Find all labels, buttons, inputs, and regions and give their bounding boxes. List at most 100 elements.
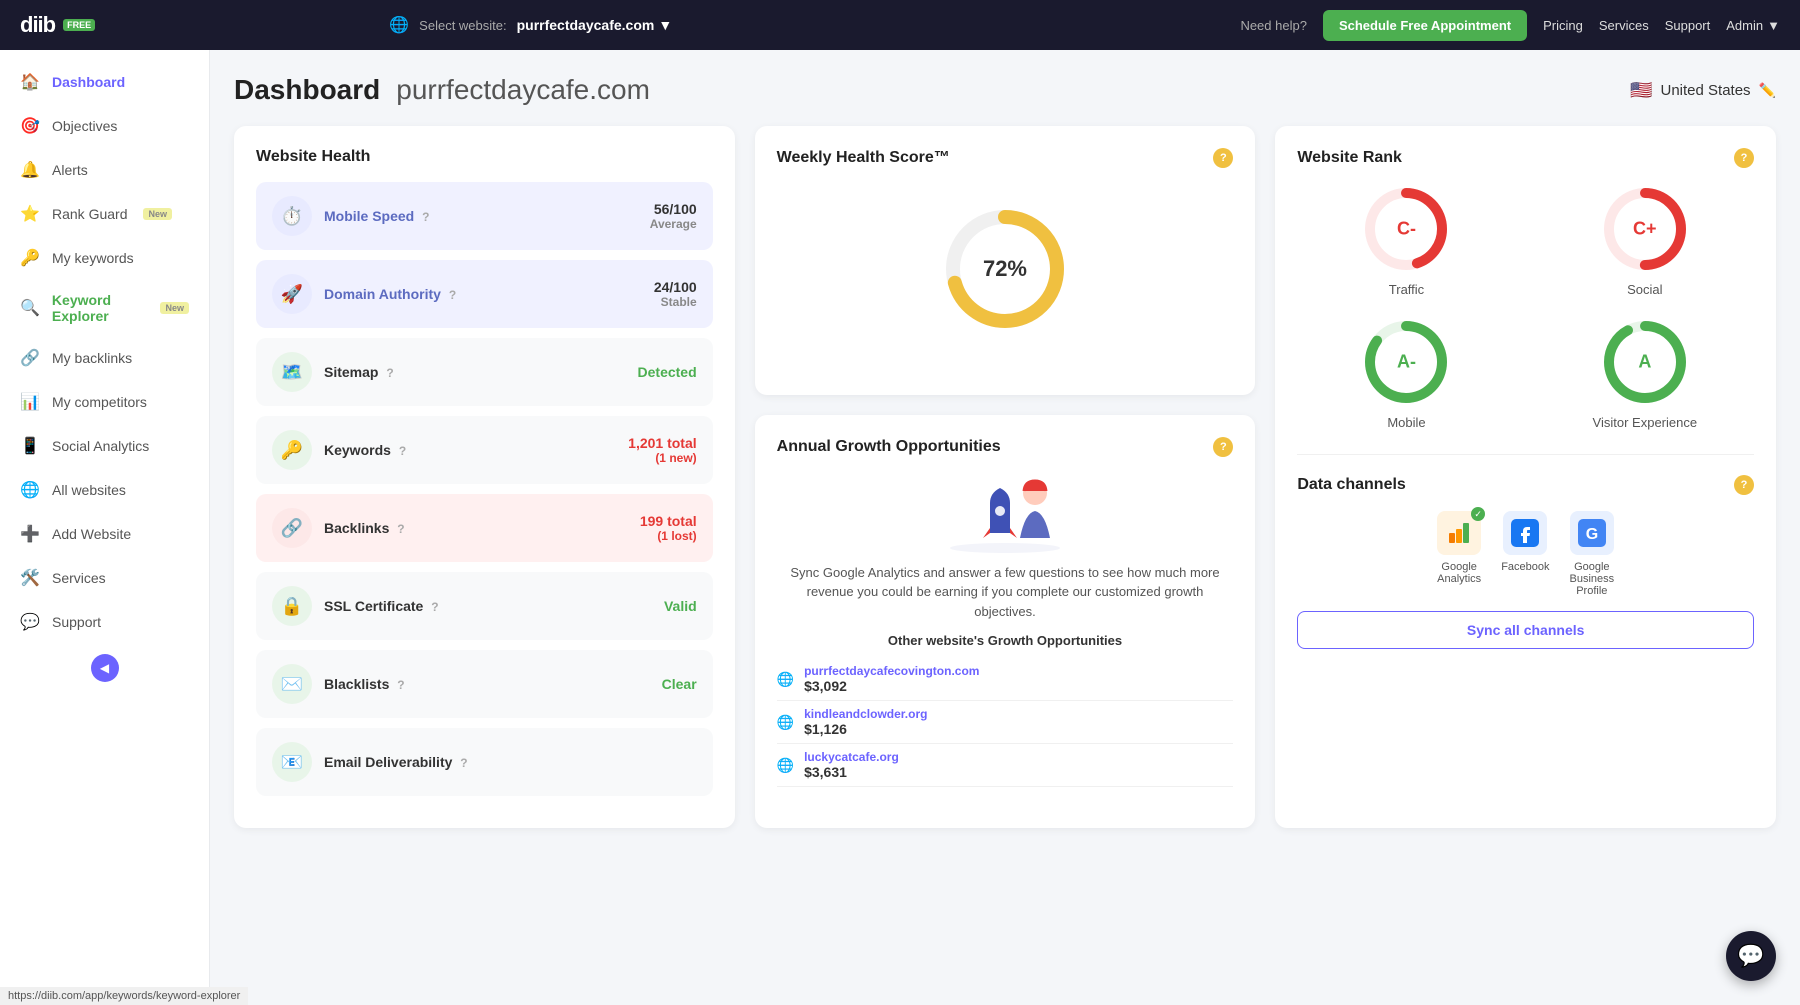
channels-help-icon[interactable]: ?: [1734, 475, 1754, 495]
donut-chart: 72%: [940, 204, 1070, 334]
select-label: Select website:: [419, 18, 506, 33]
support-link[interactable]: Support: [1665, 18, 1711, 33]
rank-guard-icon: ⭐: [20, 204, 40, 224]
sidebar-label: My keywords: [52, 250, 134, 266]
backlinks-label: Backlinks ?: [324, 520, 628, 536]
rank-item-social: C+ Social: [1536, 184, 1754, 297]
admin-menu[interactable]: Admin ▼: [1726, 18, 1780, 33]
sidebar-item-my-keywords[interactable]: 🔑 My keywords: [0, 236, 209, 280]
channel-icon-wrapper: ✓: [1437, 511, 1481, 555]
sidebar-collapse-button[interactable]: ◀: [91, 654, 119, 682]
growth-item-value: $3,631: [804, 764, 1233, 780]
schedule-appointment-button[interactable]: Schedule Free Appointment: [1323, 10, 1527, 41]
growth-item[interactable]: 🌐 luckycatcafe.org $3,631: [777, 744, 1234, 787]
chat-button[interactable]: 💬: [1726, 931, 1776, 981]
google-business-icon: G: [1570, 511, 1614, 555]
ssl-value: Valid: [664, 598, 697, 614]
website-selector-area: 🌐 Select website: purrfectdaycafe.com ▼: [389, 15, 672, 35]
alerts-icon: 🔔: [20, 160, 40, 180]
page-title-area: Dashboard purrfectdaycafe.com: [234, 74, 650, 106]
sidebar-item-alerts[interactable]: 🔔 Alerts: [0, 148, 209, 192]
mobile-donut: A-: [1361, 317, 1451, 407]
channel-item-google-analytics: ✓ GoogleAnalytics: [1437, 511, 1481, 597]
mobile-speed-value: 56/100 Average: [650, 201, 697, 231]
annual-growth-title: Annual Growth Opportunities ?: [777, 437, 1234, 457]
growth-item-url: luckycatcafe.org: [804, 750, 1233, 764]
edit-icon[interactable]: ✏️: [1759, 82, 1776, 99]
sitemap-label: Sitemap ?: [324, 364, 626, 380]
dashboard-grid: Website Health ⏱️ Mobile Speed ? 56/100 …: [234, 126, 1776, 828]
competitors-icon: 📊: [20, 392, 40, 412]
social-donut: C+: [1600, 184, 1690, 274]
mobile-grade-label: A-: [1397, 352, 1416, 373]
email-deliverability-icon: 📧: [272, 742, 312, 782]
globe-icon: 🌐: [389, 15, 409, 35]
new-badge: New: [160, 302, 189, 314]
sidebar-item-rank-guard[interactable]: ⭐ Rank Guard New: [0, 192, 209, 236]
backlinks-health-icon: 🔗: [272, 508, 312, 548]
rank-item-mobile: A- Mobile: [1297, 317, 1515, 430]
sidebar-label: Objectives: [52, 118, 117, 134]
sidebar-label: Keyword Explorer: [52, 292, 145, 324]
sidebar-item-support[interactable]: 💬 Support: [0, 600, 209, 644]
pricing-link[interactable]: Pricing: [1543, 18, 1583, 33]
country-flag: 🇺🇸: [1630, 80, 1652, 101]
sidebar-item-my-competitors[interactable]: 📊 My competitors: [0, 380, 209, 424]
page-header: Dashboard purrfectdaycafe.com 🇺🇸 United …: [234, 74, 1776, 106]
sidebar-item-services[interactable]: 🛠️ Services: [0, 556, 209, 600]
website-selector-button[interactable]: purrfectdaycafe.com ▼: [517, 17, 673, 33]
health-item-sitemap[interactable]: 🗺️ Sitemap ? Detected: [256, 338, 713, 406]
all-websites-icon: 🌐: [20, 480, 40, 500]
website-globe-icon: 🌐: [777, 671, 794, 688]
sidebar-item-dashboard[interactable]: 🏠 Dashboard: [0, 60, 209, 104]
health-item-domain-authority[interactable]: 🚀 Domain Authority ? 24/100 Stable: [256, 260, 713, 328]
health-item-mobile-speed[interactable]: ⏱️ Mobile Speed ? 56/100 Average: [256, 182, 713, 250]
logo[interactable]: diib FREE: [20, 12, 95, 38]
sidebar-label: My competitors: [52, 394, 147, 410]
health-item-ssl[interactable]: 🔒 SSL Certificate ? Valid: [256, 572, 713, 640]
sync-all-channels-button[interactable]: Sync all channels: [1297, 611, 1754, 649]
weekly-help-icon[interactable]: ?: [1213, 148, 1233, 168]
sidebar-item-my-backlinks[interactable]: 🔗 My backlinks: [0, 336, 209, 380]
website-rank-title: Website Rank ?: [1297, 148, 1754, 168]
sidebar-item-social-analytics[interactable]: 📱 Social Analytics: [0, 424, 209, 468]
growth-item[interactable]: 🌐 purrfectdaycafecovington.com $3,092: [777, 658, 1234, 701]
rank-item-visitor-experience: A Visitor Experience: [1536, 317, 1754, 430]
traffic-grade-label: C-: [1397, 219, 1416, 240]
rank-help-icon[interactable]: ?: [1734, 148, 1754, 168]
mobile-label: Mobile: [1387, 415, 1425, 430]
sidebar-item-objectives[interactable]: 🎯 Objectives: [0, 104, 209, 148]
connected-badge: ✓: [1471, 507, 1485, 521]
visitor-experience-label: Visitor Experience: [1593, 415, 1698, 430]
domain-authority-value: 24/100 Stable: [654, 279, 697, 309]
header-right: 🇺🇸 United States ✏️: [1630, 80, 1776, 101]
blacklists-label: Blacklists ?: [324, 676, 650, 692]
health-item-email-deliverability[interactable]: 📧 Email Deliverability ?: [256, 728, 713, 796]
health-item-keywords[interactable]: 🔑 Keywords ? 1,201 total (1 new): [256, 416, 713, 484]
health-item-backlinks[interactable]: 🔗 Backlinks ? 199 total (1 lost): [256, 494, 713, 562]
google-analytics-label: GoogleAnalytics: [1437, 561, 1481, 585]
services-link[interactable]: Services: [1599, 18, 1649, 33]
facebook-label: Facebook: [1501, 561, 1549, 573]
sidebar-label: Services: [52, 570, 106, 586]
sidebar-label: Support: [52, 614, 101, 630]
backlinks-value: 199 total (1 lost): [640, 513, 697, 543]
sidebar-item-all-websites[interactable]: 🌐 All websites: [0, 468, 209, 512]
visitor-experience-grade-label: A: [1638, 352, 1651, 373]
growth-items-list: 🌐 purrfectdaycafecovington.com $3,092 🌐 …: [777, 658, 1234, 787]
growth-svg: [935, 473, 1075, 553]
growth-item-url: purrfectdaycafecovington.com: [804, 664, 1233, 678]
keywords-icon: 🔑: [20, 248, 40, 268]
sidebar-label: Alerts: [52, 162, 88, 178]
sidebar-label: All websites: [52, 482, 126, 498]
health-item-blacklists[interactable]: ✉️ Blacklists ? Clear: [256, 650, 713, 718]
sidebar-item-add-website[interactable]: ➕ Add Website: [0, 512, 209, 556]
keyword-explorer-icon: 🔍: [20, 298, 40, 318]
growth-help-icon[interactable]: ?: [1213, 437, 1233, 457]
website-health-title: Website Health: [256, 148, 713, 166]
page-title: Dashboard: [234, 74, 380, 106]
sidebar-item-keyword-explorer[interactable]: 🔍 Keyword Explorer New: [0, 280, 209, 336]
logo-text: diib: [20, 12, 55, 38]
sidebar: 🏠 Dashboard 🎯 Objectives 🔔 Alerts ⭐ Rank…: [0, 50, 210, 1005]
growth-item[interactable]: 🌐 kindleandclowder.org $1,126: [777, 701, 1234, 744]
